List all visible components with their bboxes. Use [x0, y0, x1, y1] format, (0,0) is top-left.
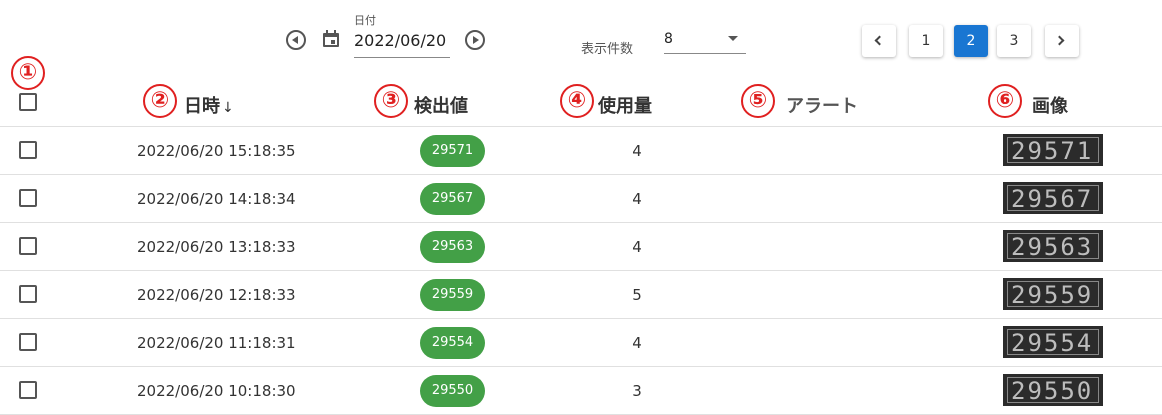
detected-value-badge: 29567 — [420, 183, 485, 215]
meter-image[interactable]: 29571 — [1003, 134, 1103, 166]
select-all-checkbox[interactable] — [19, 93, 37, 111]
row-datetime: 2022/06/20 15:18:35 — [137, 142, 296, 160]
chevron-right-icon — [1054, 35, 1065, 46]
page-button-2[interactable]: 2 — [954, 25, 988, 57]
meter-image[interactable]: 29559 — [1003, 278, 1103, 310]
meter-image-digits: 29559 — [1011, 281, 1094, 309]
count-label: 表示件数 — [581, 42, 634, 57]
detected-value-badge: 29571 — [420, 135, 485, 167]
table-row[interactable]: 2022/06/20 15:18:35 29571 4 29571 — [0, 127, 1162, 175]
count-select-value: 8 — [664, 31, 673, 47]
row-datetime: 2022/06/20 10:18:30 — [137, 382, 296, 400]
sort-arrow-icon: ↓ — [222, 100, 234, 116]
row-checkbox[interactable] — [19, 237, 37, 255]
table-row[interactable]: 2022/06/20 10:18:30 29550 3 29550 — [0, 367, 1162, 415]
chevron-left-icon — [874, 35, 885, 46]
column-header-image: 画像 — [1032, 96, 1068, 117]
row-datetime: 2022/06/20 13:18:33 — [137, 238, 296, 256]
count-select[interactable]: 8 — [664, 28, 746, 54]
column-header-usage: 使用量 — [598, 96, 652, 117]
row-usage: 4 — [632, 334, 642, 352]
column-header-alert: アラート — [786, 96, 858, 117]
row-checkbox[interactable] — [19, 381, 37, 399]
row-usage: 4 — [632, 142, 642, 160]
page-button-3[interactable]: 3 — [997, 25, 1031, 57]
table-row[interactable]: 2022/06/20 14:18:34 29567 4 29567 — [0, 175, 1162, 223]
meter-image-digits: 29567 — [1011, 185, 1094, 213]
row-datetime: 2022/06/20 11:18:31 — [137, 334, 296, 352]
meter-image-digits: 29554 — [1011, 329, 1094, 357]
row-usage: 3 — [632, 382, 642, 400]
meter-image-digits: 29563 — [1011, 233, 1094, 261]
toolbar: 日付 2022/06/20 表示件数 8 1 2 3 — [0, 0, 1162, 78]
table-row[interactable]: 2022/06/20 13:18:33 29563 4 29563 — [0, 223, 1162, 271]
meter-image[interactable]: 29554 — [1003, 326, 1103, 358]
row-usage: 4 — [632, 190, 642, 208]
row-checkbox[interactable] — [19, 141, 37, 159]
meter-image[interactable]: 29567 — [1003, 182, 1103, 214]
page-button-1[interactable]: 1 — [909, 25, 943, 57]
caret-down-icon — [728, 36, 738, 41]
table-row[interactable]: 2022/06/20 11:18:31 29554 4 29554 — [0, 319, 1162, 367]
row-checkbox[interactable] — [19, 189, 37, 207]
detected-value-badge: 29559 — [420, 279, 485, 311]
meter-image[interactable]: 29550 — [1003, 374, 1103, 406]
row-checkbox[interactable] — [19, 333, 37, 351]
table-header: 日時 ↓ 検出値 使用量 アラート 画像 — [0, 78, 1162, 127]
date-caption: 日付 — [354, 14, 376, 27]
meter-image-digits: 29550 — [1011, 377, 1094, 405]
row-datetime: 2022/06/20 14:18:34 — [137, 190, 296, 208]
column-header-datetime-label: 日時 — [184, 96, 220, 117]
detected-value-badge: 29554 — [420, 327, 485, 359]
calendar-icon[interactable] — [322, 30, 340, 48]
column-header-datetime[interactable]: 日時 ↓ — [184, 92, 234, 118]
meter-image-digits: 29571 — [1011, 137, 1094, 165]
column-header-value: 検出値 — [414, 96, 468, 117]
next-date-icon[interactable] — [465, 30, 485, 50]
detected-value-badge: 29563 — [420, 231, 485, 263]
row-datetime: 2022/06/20 12:18:33 — [137, 286, 296, 304]
table-row[interactable]: 2022/06/20 12:18:33 29559 5 29559 — [0, 271, 1162, 319]
detected-value-badge: 29550 — [420, 375, 485, 407]
row-usage: 4 — [632, 238, 642, 256]
next-page-button[interactable] — [1045, 25, 1079, 57]
meter-image[interactable]: 29563 — [1003, 230, 1103, 262]
date-input[interactable]: 2022/06/20 — [354, 28, 450, 58]
prev-page-button[interactable] — [862, 25, 896, 57]
row-checkbox[interactable] — [19, 285, 37, 303]
previous-date-icon[interactable] — [286, 30, 306, 50]
row-usage: 5 — [632, 286, 642, 304]
